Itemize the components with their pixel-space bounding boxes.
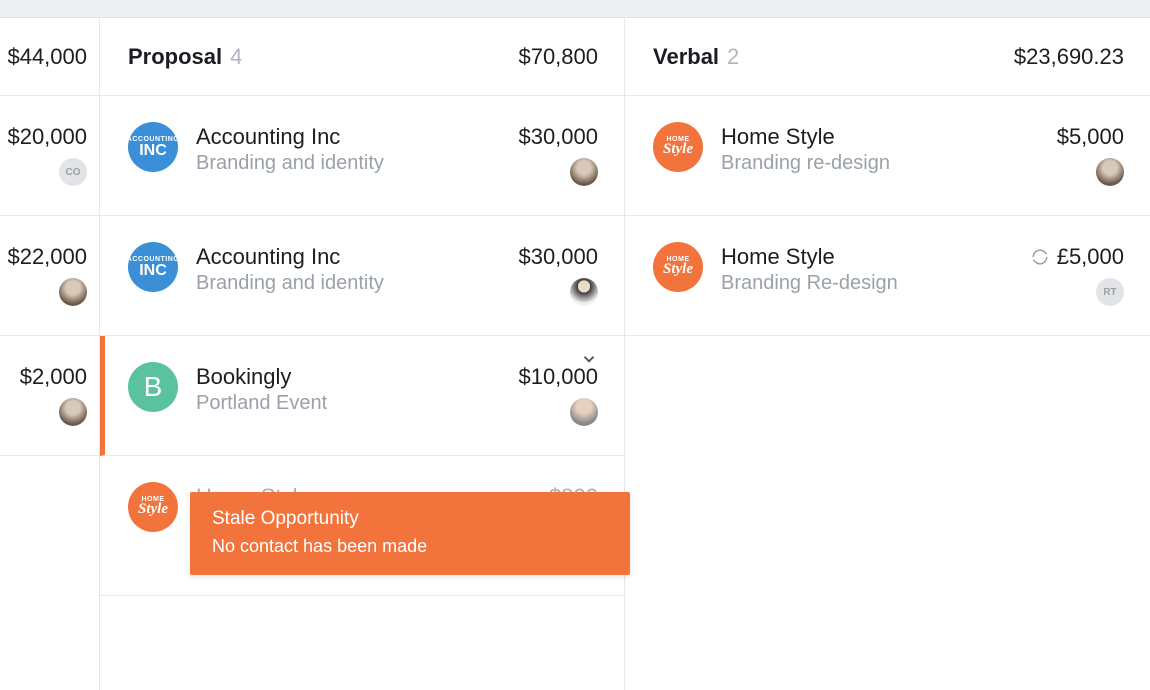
column-filler: [625, 336, 1150, 690]
owner-avatar[interactable]: [570, 278, 598, 306]
column-count: 2: [727, 44, 739, 70]
deal-card[interactable]: $20,000 CO: [0, 96, 99, 216]
company-logo-homestyle: HOME Style: [653, 122, 703, 172]
column-filler: [0, 456, 99, 690]
company-name: Home Style: [721, 124, 1057, 150]
owner-avatar[interactable]: [1096, 158, 1124, 186]
deal-card[interactable]: ACCOUNTING INC Accounting Inc Branding a…: [100, 216, 624, 336]
company-logo-accounting: ACCOUNTING INC: [128, 122, 178, 172]
deal-amount: $30,000: [518, 244, 598, 270]
owner-avatar[interactable]: CO: [59, 158, 87, 186]
company-logo-homestyle: HOME Style: [653, 242, 703, 292]
column-count: 4: [230, 44, 242, 70]
stale-opportunity-tooltip: Stale Opportunity No contact has been ma…: [190, 492, 630, 575]
deal-card[interactable]: HOME Style Home Style Branding re-design…: [625, 96, 1150, 216]
deal-description: Branding and identity: [196, 152, 518, 175]
chevron-down-icon[interactable]: [580, 350, 598, 368]
deal-amount: $20,000: [7, 124, 87, 150]
deal-card[interactable]: $2,000: [0, 336, 99, 456]
company-logo-bookingly: B: [128, 362, 178, 412]
company-logo-homestyle: HOME Style: [128, 482, 178, 532]
owner-avatar[interactable]: [59, 398, 87, 426]
company-logo-accounting: ACCOUNTING INC: [128, 242, 178, 292]
column-filler: [100, 596, 624, 690]
company-name: Home Style: [721, 244, 1031, 270]
column-title: Verbal: [653, 44, 719, 70]
toolbar-strip: [0, 0, 1150, 18]
company-name: Accounting Inc: [196, 244, 518, 270]
deal-amount: $5,000: [1057, 124, 1124, 150]
deal-amount: £5,000: [1057, 244, 1124, 270]
deal-amount: $30,000: [518, 124, 598, 150]
deal-description: Branding Re-design: [721, 272, 1031, 295]
tooltip-body: No contact has been made: [212, 536, 608, 557]
column-title: Proposal: [128, 44, 222, 70]
deal-description: Branding re-design: [721, 152, 1057, 175]
deal-card[interactable]: HOME Style Home Style Branding Re-design…: [625, 216, 1150, 336]
company-name: Bookingly: [196, 364, 518, 390]
deal-amount: $2,000: [20, 364, 87, 390]
column-total: $44,000: [7, 44, 87, 70]
refresh-icon: [1031, 248, 1049, 266]
deal-card[interactable]: ACCOUNTING INC Accounting Inc Branding a…: [100, 96, 624, 216]
column-header: $44,000: [0, 18, 99, 96]
deal-description: Branding and identity: [196, 272, 518, 295]
deal-card[interactable]: $22,000: [0, 216, 99, 336]
kanban-board: $44,000 $20,000 CO $22,000 $2,000 Prop: [0, 18, 1150, 690]
owner-avatar[interactable]: [570, 398, 598, 426]
owner-avatar[interactable]: RT: [1096, 278, 1124, 306]
column-verbal: Verbal 2 $23,690.23 HOME Style Home Styl…: [625, 18, 1150, 690]
tooltip-title: Stale Opportunity: [212, 508, 608, 530]
column-total: $23,690.23: [1014, 44, 1124, 70]
column-proposal: Proposal 4 $70,800 ACCOUNTING INC Accoun…: [100, 18, 625, 690]
deal-description: Portland Event: [196, 392, 518, 415]
column-header: Proposal 4 $70,800: [100, 18, 624, 96]
owner-avatar[interactable]: [570, 158, 598, 186]
deal-card-highlighted[interactable]: B Bookingly Portland Event $10,000: [100, 336, 624, 456]
owner-avatar[interactable]: [59, 278, 87, 306]
column-total: $70,800: [518, 44, 598, 70]
column-header: Verbal 2 $23,690.23: [625, 18, 1150, 96]
column-partial: $44,000 $20,000 CO $22,000 $2,000: [0, 18, 100, 690]
deal-amount: $22,000: [7, 244, 87, 270]
company-name: Accounting Inc: [196, 124, 518, 150]
